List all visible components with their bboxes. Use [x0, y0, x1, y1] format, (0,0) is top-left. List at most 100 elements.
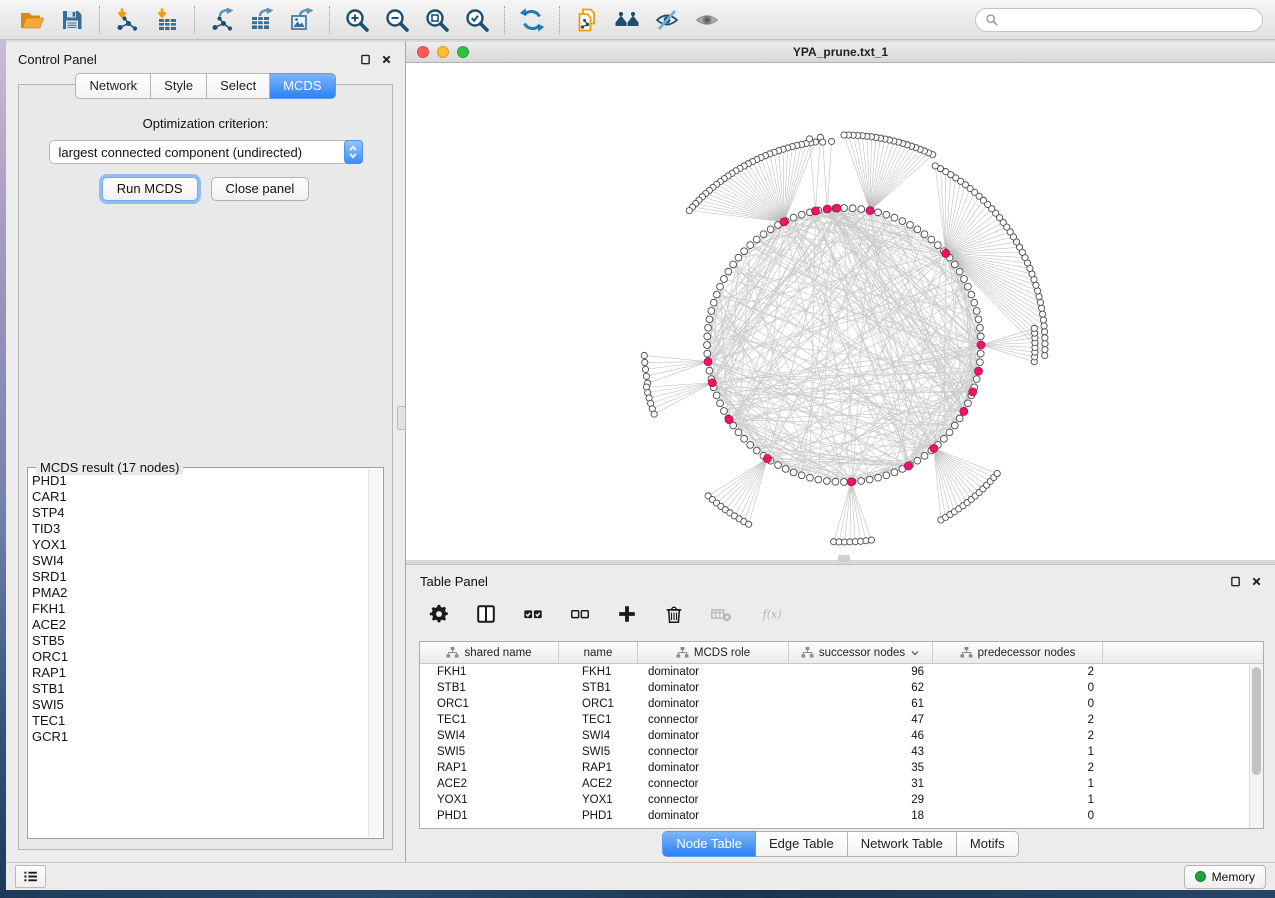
close-window-icon[interactable] — [417, 46, 429, 58]
import-table-button[interactable] — [147, 4, 187, 36]
tab-node-table[interactable]: Node Table — [662, 831, 756, 857]
cell-name: SWI5 — [559, 746, 638, 758]
mcds-result-item[interactable]: SWI5 — [32, 697, 365, 713]
cell-MCDS-role: connector — [638, 778, 789, 790]
mcds-result-item[interactable]: SWI4 — [32, 553, 365, 569]
add-button[interactable] — [614, 601, 640, 627]
select-all-button[interactable] — [520, 601, 546, 627]
vertical-splitter-grip[interactable] — [397, 406, 406, 430]
tab-style[interactable]: Style — [151, 73, 207, 99]
column-header-successor-nodes[interactable]: successor nodes — [789, 642, 933, 663]
hide-details-button[interactable] — [647, 4, 687, 36]
network-canvas[interactable] — [406, 63, 1275, 560]
first-neighbors-button[interactable] — [607, 4, 647, 36]
network-window: YPA_prune.txt_1 — [406, 42, 1275, 560]
zoom-out-button[interactable] — [377, 4, 417, 36]
mcds-result-item[interactable]: GCR1 — [32, 729, 365, 745]
trash-button[interactable] — [661, 601, 687, 627]
cell-successor-nodes: 62 — [789, 682, 933, 694]
unselect-all-button[interactable] — [567, 601, 593, 627]
mcds-result-item[interactable]: TEC1 — [32, 713, 365, 729]
table-row[interactable]: YOX1YOX1connector291 — [420, 792, 1263, 808]
close-panel-button[interactable]: Close panel — [211, 177, 310, 201]
mcds-result-item[interactable]: ACE2 — [32, 617, 365, 633]
table-row[interactable]: ORC1ORC1dominator610 — [420, 696, 1263, 712]
show-details-button[interactable] — [687, 4, 727, 36]
select-all-icon — [522, 603, 544, 625]
export-table-button[interactable] — [242, 4, 282, 36]
mcds-result-item[interactable]: FKH1 — [32, 601, 365, 617]
import-network-button[interactable] — [107, 4, 147, 36]
table-row[interactable]: FKH1FKH1dominator962 — [420, 664, 1263, 680]
mcds-result-item[interactable]: PMA2 — [32, 585, 365, 601]
gear-button[interactable] — [426, 601, 452, 627]
mcds-result-item[interactable]: STB5 — [32, 633, 365, 649]
cell-name: TEC1 — [559, 714, 638, 726]
search-input[interactable] — [1004, 12, 1253, 28]
table-row[interactable]: TEC1TEC1connector472 — [420, 712, 1263, 728]
table-row[interactable]: SWI4SWI4dominator462 — [420, 728, 1263, 744]
run-mcds-button[interactable]: Run MCDS — [102, 177, 198, 201]
optimization-criterion-dropdown[interactable]: largest connected component (undirected) — [49, 140, 363, 164]
cell-shared-name: ORC1 — [420, 698, 559, 710]
tab-motifs[interactable]: Motifs — [957, 831, 1019, 857]
mcds-result-item[interactable]: TID3 — [32, 521, 365, 537]
log-console-button[interactable] — [15, 865, 46, 888]
columns-button[interactable] — [473, 601, 499, 627]
mcds-result-item[interactable]: STP4 — [32, 505, 365, 521]
mcds-result-list: PHD1CAR1STP4TID3YOX1SWI4SRD1PMA2FKH1ACE2… — [32, 473, 365, 834]
tab-edge-table[interactable]: Edge Table — [756, 831, 848, 857]
mcds-result-item[interactable]: RAP1 — [32, 665, 365, 681]
table-tabs: Node TableEdge TableNetwork TableMotifs — [406, 831, 1275, 857]
delete-column-icon — [710, 603, 732, 625]
cell-successor-nodes: 35 — [789, 762, 933, 774]
mcds-result-item[interactable]: YOX1 — [32, 537, 365, 553]
mcds-result-item[interactable]: STB1 — [32, 681, 365, 697]
save-button[interactable] — [52, 4, 92, 36]
zoom-out-icon — [384, 7, 410, 33]
zoom-fit-button[interactable] — [417, 4, 457, 36]
float-panel-icon[interactable] — [358, 52, 372, 66]
tab-mcds[interactable]: MCDS — [270, 73, 335, 99]
refresh-button[interactable] — [512, 4, 552, 36]
toolbar-separator — [504, 6, 505, 34]
column-header-MCDS-role[interactable]: MCDS role — [638, 642, 789, 663]
close-panel-icon[interactable] — [379, 52, 393, 66]
float-panel-icon[interactable] — [1228, 575, 1242, 589]
table-row[interactable]: STB1STB1dominator620 — [420, 680, 1263, 696]
search-field[interactable] — [975, 8, 1263, 32]
maximize-window-icon[interactable] — [457, 46, 469, 58]
export-image-button[interactable] — [282, 4, 322, 36]
memory-button[interactable]: Memory — [1184, 865, 1266, 889]
column-label: MCDS role — [694, 647, 750, 659]
tab-select[interactable]: Select — [207, 73, 270, 99]
zoom-in-button[interactable] — [337, 4, 377, 36]
minimize-window-icon[interactable] — [437, 46, 449, 58]
table-scrollbar-thumb[interactable] — [1252, 667, 1261, 775]
table-row[interactable]: SWI5SWI5connector431 — [420, 744, 1263, 760]
mcds-result-item[interactable]: CAR1 — [32, 489, 365, 505]
close-panel-icon[interactable] — [1249, 575, 1263, 589]
column-header-shared-name[interactable]: shared name — [420, 642, 559, 663]
cell-name: STB1 — [559, 682, 638, 694]
tab-network-table[interactable]: Network Table — [848, 831, 957, 857]
result-scrollbar[interactable] — [368, 469, 382, 837]
column-header-predecessor-nodes[interactable]: predecessor nodes — [933, 642, 1103, 663]
table-row[interactable]: ACE2ACE2connector311 — [420, 776, 1263, 792]
open-folder-button[interactable] — [12, 4, 52, 36]
table-row[interactable]: RAP1RAP1dominator352 — [420, 760, 1263, 776]
horizontal-splitter-grip[interactable] — [838, 555, 850, 562]
zoom-selected-button[interactable] — [457, 4, 497, 36]
table-row[interactable]: PHD1PHD1dominator180 — [420, 808, 1263, 824]
dropdown-value: largest connected component (undirected) — [50, 145, 345, 160]
export-network-button[interactable] — [202, 4, 242, 36]
tab-network[interactable]: Network — [75, 73, 151, 99]
mcds-result-item[interactable]: PHD1 — [32, 473, 365, 489]
clone-network-button[interactable] — [567, 4, 607, 36]
column-header-name[interactable]: name — [559, 642, 638, 663]
mcds-result-item[interactable]: ORC1 — [32, 649, 365, 665]
cell-name: SWI4 — [559, 730, 638, 742]
mcds-result-item[interactable]: SRD1 — [32, 569, 365, 585]
network-window-titlebar: YPA_prune.txt_1 — [406, 42, 1275, 63]
table-scrollbar[interactable] — [1249, 664, 1263, 828]
